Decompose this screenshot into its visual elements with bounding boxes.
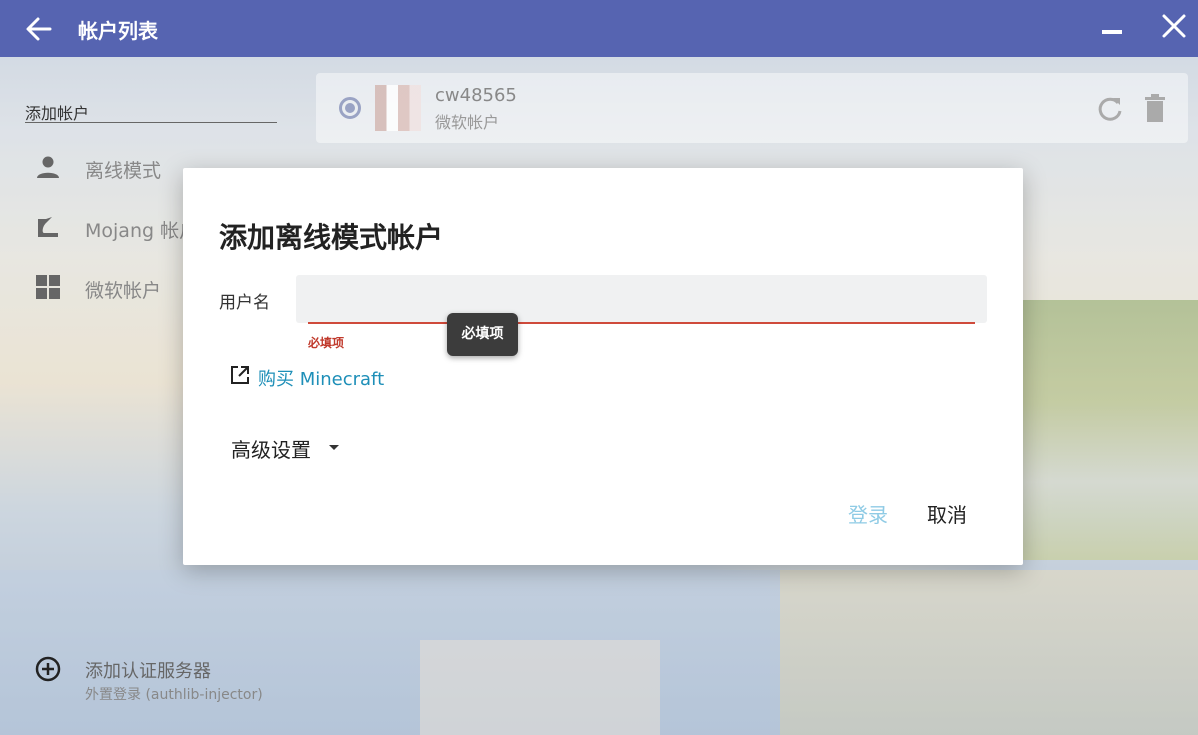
window-title: 帐户列表 xyxy=(78,19,158,43)
caret-down-icon xyxy=(329,445,339,450)
minimize-button[interactable] xyxy=(1102,30,1122,34)
person-icon xyxy=(37,156,59,178)
arrow-left-icon xyxy=(26,17,52,41)
field-error-text: 必填项 xyxy=(308,336,345,350)
refresh-icon[interactable] xyxy=(1096,95,1124,123)
account-card[interactable]: cw48565 微软帐户 xyxy=(316,73,1188,143)
advanced-settings-label: 高级设置 xyxy=(231,438,311,462)
account-name: cw48565 xyxy=(435,85,517,106)
username-input[interactable] xyxy=(296,275,987,323)
add-auth-server-sublabel: 外置登录 (authlib-injector) xyxy=(85,687,263,703)
trash-icon[interactable] xyxy=(1142,93,1168,123)
sidebar-item-label: 离线模式 xyxy=(85,160,162,182)
username-label: 用户名 xyxy=(219,293,270,313)
validation-tooltip: 必填项 xyxy=(447,313,518,356)
account-radio[interactable] xyxy=(339,97,361,119)
divider xyxy=(25,122,277,123)
title-bar: 帐户列表 xyxy=(0,0,1198,57)
login-button[interactable]: 登录 xyxy=(848,499,888,528)
dialog-title: 添加离线模式帐户 xyxy=(219,221,444,254)
mojang-icon xyxy=(38,217,58,237)
windows-icon xyxy=(36,275,60,299)
close-button[interactable] xyxy=(1160,12,1188,40)
avatar xyxy=(375,85,421,131)
sidebar-item-label: Mojang 帐户 xyxy=(85,220,199,242)
error-underline xyxy=(308,322,975,324)
external-link-icon xyxy=(231,366,249,384)
advanced-settings-toggle[interactable]: 高级设置 xyxy=(231,434,339,462)
account-type: 微软帐户 xyxy=(435,113,500,132)
add-offline-account-dialog: 添加离线模式帐户 用户名 必填项 必填项 购买 Minecraft 高级设置 登… xyxy=(183,168,1023,565)
add-circle-icon xyxy=(35,656,61,682)
close-icon xyxy=(1162,14,1186,38)
cancel-button[interactable]: 取消 xyxy=(927,499,967,528)
buy-minecraft-text: 购买 Minecraft xyxy=(258,369,385,390)
add-auth-server-label: 添加认证服务器 xyxy=(85,661,211,682)
add-account-heading: 添加帐户 xyxy=(25,104,90,123)
back-button[interactable] xyxy=(22,12,56,46)
sidebar-item-label: 微软帐户 xyxy=(85,280,162,302)
